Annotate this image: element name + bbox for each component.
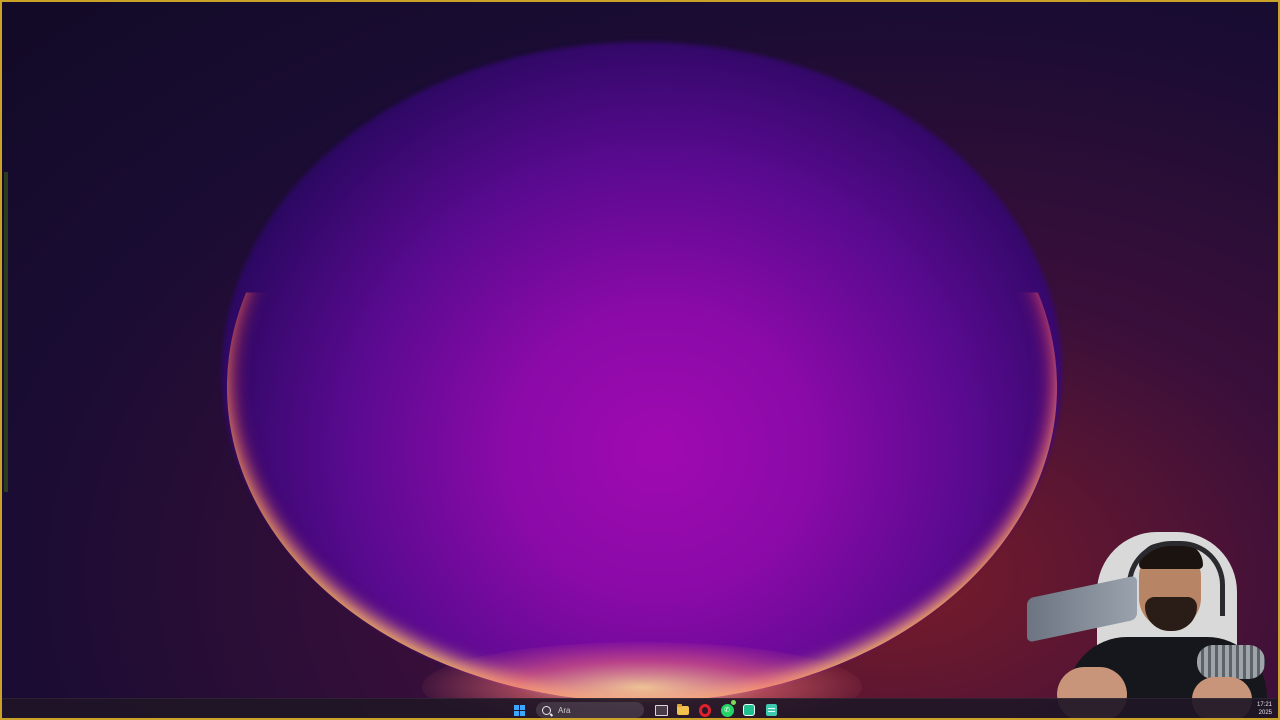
- opera-button[interactable]: [696, 701, 714, 718]
- green-app-button[interactable]: [740, 701, 758, 718]
- whatsapp-button[interactable]: ✆: [718, 700, 736, 718]
- folder-icon: [677, 703, 689, 715]
- notepad-icon: [765, 704, 777, 716]
- notepad-button[interactable]: [762, 701, 780, 718]
- desktop-screen: Ara ✆ 17:21 2025: [0, 0, 1280, 720]
- webcam-overlay: [1027, 527, 1272, 718]
- left-edge-strip: [4, 172, 8, 492]
- search-placeholder: Ara: [558, 705, 571, 715]
- taskbar: Ara ✆ 17:21 2025: [2, 698, 1278, 718]
- taskbar-apps: Ara ✆: [510, 700, 780, 718]
- taskbar-search[interactable]: Ara: [536, 702, 644, 718]
- task-view-icon: [654, 704, 668, 716]
- notification-badge: [731, 700, 736, 705]
- taskbar-clock[interactable]: 17:21 2025: [1257, 701, 1272, 717]
- webcam-headset: [1127, 541, 1225, 616]
- app-icon: [743, 704, 755, 716]
- whatsapp-icon: ✆: [720, 703, 734, 717]
- windows-logo-icon: [513, 704, 525, 716]
- webcam-microphone: [1197, 645, 1265, 679]
- task-view-button[interactable]: [652, 701, 670, 718]
- clock-time: 17:21: [1256, 702, 1272, 708]
- opera-browser-icon: [699, 703, 711, 717]
- search-icon: [542, 705, 551, 715]
- clock-date: 2025: [1258, 710, 1272, 716]
- start-button[interactable]: [510, 701, 528, 718]
- file-explorer-button[interactable]: [674, 701, 692, 718]
